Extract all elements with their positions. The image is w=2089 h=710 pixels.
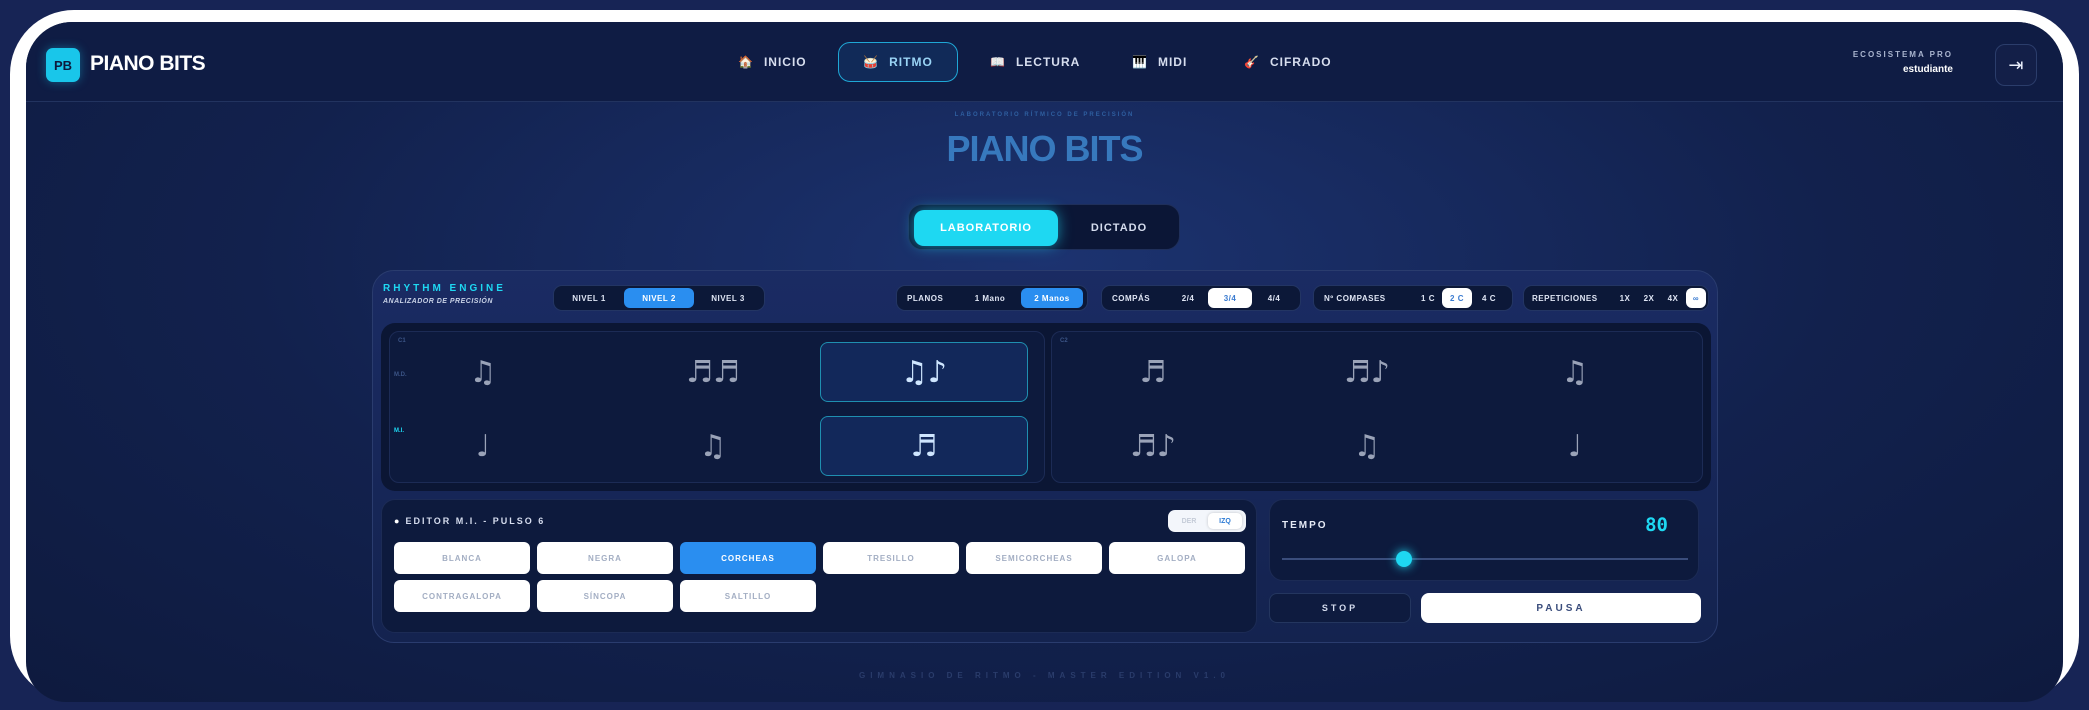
ecosystem-label: ECOSISTEMA PRO xyxy=(1852,50,1953,59)
compas-2-4-button[interactable]: 2/4 xyxy=(1170,288,1206,308)
level-3-button[interactable]: NIVEL 3 xyxy=(698,288,758,308)
nav-ritmo[interactable]: 🥁 RITMO xyxy=(838,42,958,82)
compases-4-button[interactable]: 4 C xyxy=(1474,288,1504,308)
nav-label: CIFRADO xyxy=(1269,55,1332,69)
editor-title-text: EDITOR M.I. - PULSO 6 xyxy=(405,516,546,526)
beat-cell-lower-1[interactable]: ♩ xyxy=(398,416,568,476)
engine-subtitle: ANALIZADOR DE PRECISIÓN xyxy=(383,298,493,305)
beat-cell-upper-1[interactable]: ♫ xyxy=(398,342,568,402)
stop-button[interactable]: STOP xyxy=(1269,593,1411,623)
hero-subtitle: LABORATORIO RÍTMICO DE PRECISIÓN xyxy=(954,112,1135,118)
piano-icon: 🎹 xyxy=(1132,55,1148,69)
pause-button[interactable]: PAUSA xyxy=(1421,593,1701,623)
nav-label: INICIO xyxy=(763,55,807,69)
compases-label: Nº COMPASES xyxy=(1324,293,1386,303)
drum-icon: 🥁 xyxy=(863,55,880,69)
beat-cell-lower-2[interactable]: ♫ xyxy=(1282,416,1452,476)
compases-2-button[interactable]: 2 C xyxy=(1442,288,1472,308)
house-icon: 🏠 xyxy=(738,55,754,69)
hero-title: PIANO BITS xyxy=(946,128,1143,169)
repeticiones-selector: REPETICIONES 1X 2X 4X ∞ xyxy=(1523,285,1709,311)
measure-1: C1 M.D. M.I. ♫ ♬♬ ♫♪ ♩ ♫ ♬ xyxy=(389,331,1045,483)
compas-3-4-button[interactable]: 3/4 xyxy=(1208,288,1252,308)
figure-saltillo-button[interactable]: SALTILLO xyxy=(680,580,816,612)
planos-1-mano-button[interactable]: 1 Mano xyxy=(961,288,1019,308)
figure-negra-button[interactable]: NEGRA xyxy=(537,542,673,574)
measure-grid: C1 M.D. M.I. ♫ ♬♬ ♫♪ ♩ ♫ ♬ C2 ♬ ♬♪ ♫ ♬♪ … xyxy=(381,323,1711,491)
nav-label: MIDI xyxy=(1157,55,1188,69)
nav-label: RITMO xyxy=(889,55,933,69)
nav-midi[interactable]: 🎹 MIDI xyxy=(1132,42,1222,82)
figure-galopa-button[interactable]: GALOPA xyxy=(1109,542,1245,574)
hand-der-button[interactable]: DER xyxy=(1172,513,1206,529)
level-2-button[interactable]: NIVEL 2 xyxy=(624,288,694,308)
rhythm-engine-panel: RHYTHM ENGINE ANALIZADOR DE PRECISIÓN NI… xyxy=(372,270,1718,643)
rep-infinite-button[interactable]: ∞ xyxy=(1686,288,1706,308)
tempo-value: 80 xyxy=(1645,514,1668,536)
bullet-icon: ● xyxy=(394,516,402,526)
nav-inicio[interactable]: 🏠 INICIO xyxy=(738,42,838,82)
compas-4-4-button[interactable]: 4/4 xyxy=(1254,288,1294,308)
figure-contragalopa-button[interactable]: CONTRAGALOPA xyxy=(394,580,530,612)
level-1-button[interactable]: NIVEL 1 xyxy=(560,288,618,308)
beat-cell-upper-2[interactable]: ♬♬ xyxy=(628,342,798,402)
planos-2-manos-button[interactable]: 2 Manos xyxy=(1021,288,1083,308)
mode-laboratorio-button[interactable]: LABORATORIO xyxy=(914,210,1058,246)
mode-switch: LABORATORIO DICTADO xyxy=(908,204,1180,250)
rep-4x-button[interactable]: 4X xyxy=(1662,288,1684,308)
figure-editor: ● EDITOR M.I. - PULSO 6 DER IZQ BLANCA NE… xyxy=(381,499,1257,633)
figure-corcheas-button[interactable]: CORCHEAS xyxy=(680,542,816,574)
measure-number: C2 xyxy=(1060,338,1068,344)
beat-cell-lower-2[interactable]: ♫ xyxy=(628,416,798,476)
figure-sincopa-button[interactable]: SÍNCOPA xyxy=(537,580,673,612)
beat-cell-upper-2[interactable]: ♬♪ xyxy=(1282,342,1452,402)
footer-text: GIMNASIO DE RITMO - MASTER EDITION V1.0 xyxy=(858,671,1230,680)
logout-icon: ⇥ xyxy=(2008,54,2024,75)
figure-semicorcheas-button[interactable]: SEMICORCHEAS xyxy=(966,542,1102,574)
beat-cell-lower-1[interactable]: ♬♪ xyxy=(1068,416,1238,476)
guitar-icon: 🎸 xyxy=(1244,55,1260,69)
planos-selector: PLANOS 1 Mano 2 Manos xyxy=(896,285,1088,311)
measure-2: C2 ♬ ♬♪ ♫ ♬♪ ♫ ♩ xyxy=(1051,331,1703,483)
repeticiones-label: REPETICIONES xyxy=(1532,293,1598,303)
logout-button[interactable]: ⇥ xyxy=(1995,44,2037,86)
hand-toggle: DER IZQ xyxy=(1168,510,1246,532)
engine-title: RHYTHM ENGINE xyxy=(383,283,506,294)
compases-selector: Nº COMPASES 1 C 2 C 4 C xyxy=(1313,285,1513,311)
app-window: PB PIANO BITS 🏠 INICIO 🥁 RITMO 📖 LECTURA… xyxy=(26,22,2063,702)
compas-label: COMPÁS xyxy=(1112,293,1151,303)
tempo-label: TEMPO xyxy=(1282,520,1328,531)
figure-blanca-button[interactable]: BLANCA xyxy=(394,542,530,574)
nav-lectura[interactable]: 📖 LECTURA xyxy=(990,42,1100,82)
planos-label: PLANOS xyxy=(907,293,944,303)
beat-cell-upper-3[interactable]: ♫ xyxy=(1490,342,1660,402)
nav-label: LECTURA xyxy=(1015,55,1081,69)
beat-cell-lower-3[interactable]: ♩ xyxy=(1490,416,1660,476)
nav-cifrado[interactable]: 🎸 CIFRADO xyxy=(1244,42,1354,82)
beat-cell-upper-3[interactable]: ♫♪ xyxy=(820,342,1028,402)
main-nav: 🏠 INICIO 🥁 RITMO 📖 LECTURA 🎹 MIDI 🎸 CIFR… xyxy=(26,42,2063,82)
rep-2x-button[interactable]: 2X xyxy=(1638,288,1660,308)
mode-dictado-button[interactable]: DICTADO xyxy=(1069,210,1169,246)
book-icon: 📖 xyxy=(990,55,1006,69)
compases-1-button[interactable]: 1 C xyxy=(1414,288,1442,308)
editor-title: ● EDITOR M.I. - PULSO 6 xyxy=(394,516,545,526)
level-selector: NIVEL 1 NIVEL 2 NIVEL 3 xyxy=(553,285,765,311)
rep-1x-button[interactable]: 1X xyxy=(1614,288,1636,308)
hand-izq-button[interactable]: IZQ xyxy=(1208,513,1242,529)
user-name: estudiante xyxy=(1902,64,1953,75)
compas-selector: COMPÁS 2/4 3/4 4/4 xyxy=(1101,285,1301,311)
beat-cell-lower-3[interactable]: ♬ xyxy=(820,416,1028,476)
top-bar: PB PIANO BITS 🏠 INICIO 🥁 RITMO 📖 LECTURA… xyxy=(26,22,2063,102)
tempo-panel: TEMPO 80 xyxy=(1269,499,1699,581)
tempo-slider-thumb[interactable] xyxy=(1395,551,1412,567)
beat-cell-upper-1[interactable]: ♬ xyxy=(1068,342,1238,402)
tempo-slider-track[interactable] xyxy=(1282,558,1688,560)
figure-tresillo-button[interactable]: TRESILLO xyxy=(823,542,959,574)
